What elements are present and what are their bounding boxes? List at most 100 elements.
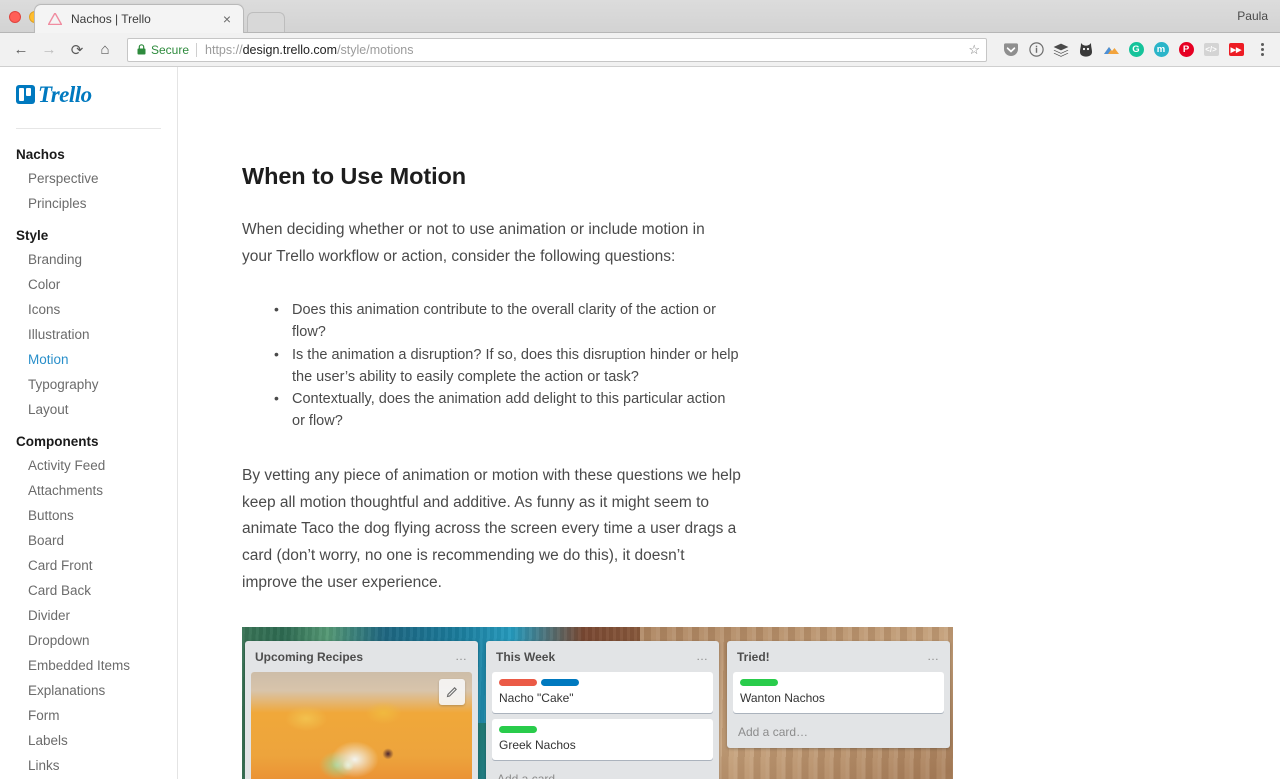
new-tab-button[interactable] [247, 12, 285, 32]
sidebar-item-label: Attachments [28, 483, 104, 498]
board-card[interactable]: Wanton Nachos [733, 671, 944, 713]
sidebar-item-typography[interactable]: Typography [0, 372, 177, 397]
board-list-this-week[interactable]: This Week … Nacho "Cake" Greek Nachos Ad… [486, 640, 719, 779]
sidebar-item-label: Embedded Items [28, 658, 131, 673]
sidebar-item-label: Divider [28, 608, 71, 623]
card-title: Wanton Nachos [740, 690, 825, 705]
tab-title: Nachos | Trello [71, 12, 151, 26]
sidebar-item-label: Typography [28, 377, 99, 392]
card-labels [733, 672, 944, 686]
omnibox-divider [196, 42, 198, 57]
add-card-button[interactable]: Add a card… [733, 719, 944, 742]
list-header: Tried! … [733, 648, 944, 672]
mountain-icon[interactable] [1099, 38, 1123, 62]
sidebar-item-board[interactable]: Board [0, 528, 177, 553]
label-red [499, 678, 537, 686]
sidebar-item-label: Board [28, 533, 65, 548]
page-title: When to Use Motion [242, 163, 467, 189]
sidebar-item-attachments[interactable]: Attachments [0, 478, 177, 503]
pinterest-icon[interactable]: P [1174, 38, 1198, 62]
sidebar-item-illustration[interactable]: Illustration [0, 322, 177, 347]
pencil-icon[interactable] [439, 678, 465, 705]
sidebar-item-layout[interactable]: Layout [0, 397, 177, 422]
sidebar-item-label: Perspective [28, 171, 99, 186]
board-list-upcoming-recipes[interactable]: Upcoming Recipes … [245, 640, 478, 779]
sidebar-item-lists[interactable]: Lists [0, 778, 177, 779]
sidebar-item-color[interactable]: Color [0, 272, 177, 297]
url-text: https://design.trello.com/style/motions [205, 43, 413, 57]
sidebar-item-principles[interactable]: Principles [0, 191, 177, 216]
question-item: Contextually, does the animation add del… [272, 388, 742, 433]
list-menu-icon[interactable]: … [927, 650, 940, 662]
sidebar-item-dropdown[interactable]: Dropdown [0, 628, 177, 653]
label-green [740, 678, 778, 686]
sidebar-item-label: Motion [28, 352, 69, 367]
info-icon[interactable] [1024, 38, 1048, 62]
list-title: Upcoming Recipes [255, 649, 364, 664]
mendeley-icon[interactable]: m [1149, 38, 1173, 62]
sidebar-item-branding[interactable]: Branding [0, 247, 177, 272]
board-list-tried[interactable]: Tried! … Wanton Nachos Add a card… [727, 640, 950, 748]
address-bar[interactable]: Secure https://design.trello.com/style/m… [127, 37, 987, 62]
extension-toolbar: G m P </> ▶▶ [999, 38, 1272, 62]
sidebar-item-label: Color [28, 277, 61, 292]
tab-close-button[interactable]: × [219, 10, 235, 28]
close-window-button[interactable] [9, 11, 21, 23]
sidebar-item-links[interactable]: Links [0, 753, 177, 778]
question-item: Is the animation a disruption? If so, do… [272, 344, 742, 389]
card-labels [492, 719, 713, 733]
board-card-cover[interactable] [251, 671, 472, 779]
sidebar-item-buttons[interactable]: Buttons [0, 503, 177, 528]
browser-menu-button[interactable] [1252, 43, 1272, 56]
sidebar-item-label: Buttons [28, 508, 74, 523]
card-labels [492, 672, 713, 686]
list-title: Tried! [737, 649, 770, 664]
sidebar-item-label: Links [28, 758, 60, 773]
browser-window: Nachos | Trello × Paula ← → ⟳ ⌂ Secure h… [0, 0, 1280, 780]
list-menu-icon[interactable]: … [696, 650, 709, 662]
profile-name[interactable]: Paula [1237, 9, 1268, 23]
sidebar-item-perspective[interactable]: Perspective [0, 166, 177, 191]
youtube-icon[interactable]: ▶▶ [1224, 38, 1248, 62]
sidebar-group-title: Nachos [16, 147, 65, 162]
sidebar-logo[interactable]: Trello [0, 67, 177, 115]
sidebar-item-icons[interactable]: Icons [0, 297, 177, 322]
sidebar-item-label: Dropdown [28, 633, 90, 648]
tab-strip: Nachos | Trello × [34, 4, 285, 33]
trello-favicon [47, 12, 63, 26]
browser-tab[interactable]: Nachos | Trello × [34, 4, 244, 33]
board-card[interactable]: Greek Nachos [492, 718, 713, 760]
url-host: design.trello.com [242, 42, 338, 57]
pocket-icon[interactable] [999, 38, 1023, 62]
sidebar-item-explanations[interactable]: Explanations [0, 678, 177, 703]
sidebar-item-card-back[interactable]: Card Back [0, 578, 177, 603]
sidebar-item-labels[interactable]: Labels [0, 728, 177, 753]
list-menu-icon[interactable]: … [455, 650, 468, 662]
owl-icon[interactable] [1074, 38, 1098, 62]
url-scheme: https:// [205, 42, 243, 57]
sidebar-item-motion[interactable]: Motion [0, 347, 177, 372]
sidebar-item-label: Labels [28, 733, 68, 748]
sidebar-item-form[interactable]: Form [0, 703, 177, 728]
board-card[interactable]: Nacho "Cake" [492, 671, 713, 713]
sidebar-item-card-front[interactable]: Card Front [0, 553, 177, 578]
code-icon[interactable]: </> [1199, 38, 1223, 62]
list-header: Upcoming Recipes … [251, 648, 472, 672]
bookmark-star-icon[interactable]: ☆ [962, 42, 980, 58]
home-button[interactable]: ⌂ [92, 37, 118, 63]
add-card-button[interactable]: Add a card… [492, 766, 713, 779]
sidebar-item-label: Card Back [28, 583, 92, 598]
sidebar-item-activity-feed[interactable]: Activity Feed [0, 453, 177, 478]
main-content: When to Use Motion When deciding whether… [178, 67, 1280, 779]
grammarly-icon[interactable]: G [1124, 38, 1148, 62]
reload-button[interactable]: ⟳ [64, 37, 90, 63]
card-cover-image [251, 671, 472, 779]
layers-icon[interactable] [1049, 38, 1073, 62]
sidebar-item-divider[interactable]: Divider [0, 603, 177, 628]
back-button[interactable]: ← [8, 37, 34, 63]
label-green [499, 725, 537, 733]
trello-board-screenshot: Upcoming Recipes … This Week … Nacho "Ca… [242, 626, 953, 779]
sidebar-item-embedded-items[interactable]: Embedded Items [0, 653, 177, 678]
forward-button[interactable]: → [36, 37, 62, 63]
list-title: This Week [496, 649, 556, 664]
